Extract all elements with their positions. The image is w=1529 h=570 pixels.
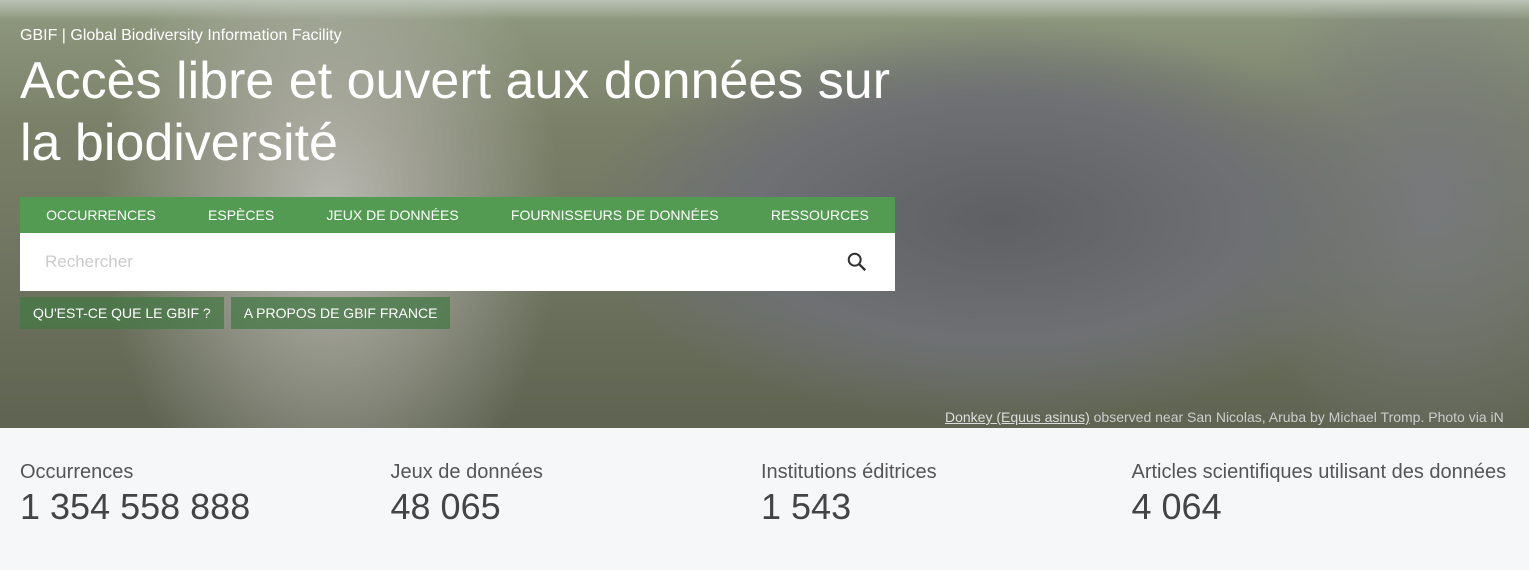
stat-label: Articles scientifiques utilisant des don… — [1131, 461, 1507, 483]
stat-label: Occurrences — [20, 461, 134, 483]
nav-especes[interactable]: ESPÈCES — [208, 207, 274, 223]
main-nav: OCCURRENCES ESPÈCES JEUX DE DONNÉES FOUR… — [20, 197, 895, 233]
about-gbif-france-button[interactable]: A PROPOS DE GBIF FRANCE — [230, 297, 451, 329]
stat-value: 4 064 — [1131, 486, 1222, 527]
stat-label: Institutions éditrices — [761, 461, 937, 483]
caption-link[interactable]: Donkey (Equus asinus) — [945, 409, 1090, 425]
photo-caption: Donkey (Equus asinus) observed near San … — [945, 409, 1504, 425]
search-bar — [20, 233, 895, 291]
hero-photo — [0, 0, 1529, 20]
stat-label: Jeux de données — [390, 461, 543, 483]
stat-value: 1 354 558 888 — [20, 486, 251, 527]
what-is-gbif-button[interactable]: QU'EST-CE QUE LE GBIF ? — [20, 297, 224, 329]
stat-publishers[interactable]: Institutions éditrices 1 543 — [761, 460, 1132, 528]
nav-ressources[interactable]: RESSOURCES — [771, 207, 869, 223]
stat-articles[interactable]: Articles scientifiques utilisant des don… — [1131, 460, 1507, 528]
nav-fournisseurs[interactable]: FOURNISSEURS DE DONNÉES — [511, 207, 719, 223]
nav-jeux-de-donnees[interactable]: JEUX DE DONNÉES — [326, 207, 458, 223]
search-icon[interactable] — [837, 251, 877, 273]
hero-banner: GBIF | Global Biodiversity Information F… — [0, 0, 1529, 428]
stats-section: Occurrences 1 354 558 888 Jeux de données… — [0, 428, 1529, 528]
stat-occurrences[interactable]: Occurrences 1 354 558 888 — [20, 460, 391, 528]
caption-text: observed near San Nicolas, Aruba by Mich… — [1089, 409, 1504, 425]
nav-occurrences[interactable]: OCCURRENCES — [46, 207, 156, 223]
stat-value: 1 543 — [761, 486, 852, 527]
stat-datasets[interactable]: Jeux de données 48 065 — [391, 460, 762, 528]
page-title: Accès libre et ouvert aux données sur la… — [20, 52, 891, 172]
search-input[interactable] — [20, 233, 837, 291]
site-name: GBIF | Global Biodiversity Information F… — [20, 27, 342, 44]
stat-value: 48 065 — [390, 486, 501, 527]
